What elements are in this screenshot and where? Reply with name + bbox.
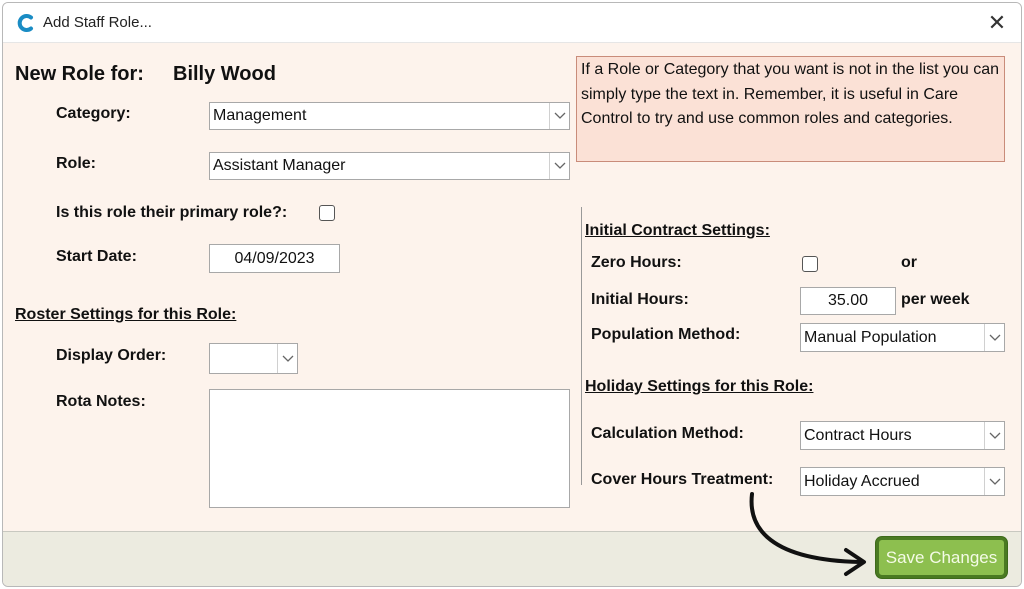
display-order-label: Display Order: [56, 347, 167, 364]
save-changes-button[interactable]: Save Changes [876, 537, 1007, 578]
contract-settings-heading: Initial Contract Settings: [585, 222, 770, 239]
category-dropdown-button[interactable] [549, 103, 569, 129]
per-week-label: per week [901, 291, 970, 308]
or-label: or [901, 254, 917, 271]
initial-hours-field[interactable]: 35.00 [800, 287, 896, 315]
roster-settings-heading: Roster Settings for this Role: [15, 306, 237, 323]
rota-notes-label: Rota Notes: [56, 393, 146, 410]
start-date-field[interactable]: 04/09/2023 [209, 244, 340, 273]
initial-hours-label: Initial Hours: [591, 291, 689, 308]
role-for-prefix: New Role for: [15, 63, 144, 85]
chevron-down-icon [989, 432, 1000, 439]
close-button[interactable]: ✕ [983, 9, 1011, 37]
initial-hours-value: 35.00 [827, 292, 869, 309]
app-logo-icon [17, 14, 33, 32]
display-order-combobox[interactable] [209, 343, 298, 374]
calculation-method-label: Calculation Method: [591, 425, 744, 442]
population-method-dropdown-button[interactable] [984, 324, 1004, 351]
category-label: Category: [56, 105, 131, 122]
population-method-value: Manual Population [804, 328, 937, 346]
category-value: Management [213, 107, 307, 124]
holiday-settings-heading: Holiday Settings for this Role: [585, 378, 814, 395]
population-method-label: Population Method: [591, 326, 741, 343]
role-label: Role: [56, 155, 96, 172]
title-bar: Add Staff Role... ✕ [3, 3, 1021, 43]
calculation-method-combobox[interactable]: Contract Hours [800, 421, 1005, 450]
primary-role-label: Is this role their primary role?: [56, 204, 288, 221]
chevron-down-icon [282, 355, 293, 362]
chevron-down-icon [989, 478, 1000, 485]
rota-notes-textarea[interactable] [209, 389, 570, 508]
primary-role-checkbox[interactable] [319, 205, 335, 221]
zero-hours-checkbox[interactable] [802, 256, 818, 272]
zero-hours-label: Zero Hours: [591, 254, 682, 271]
info-box: If a Role or Category that you want is n… [576, 56, 1005, 162]
role-combobox[interactable]: Assistant Manager [209, 152, 570, 180]
population-method-combobox[interactable]: Manual Population [800, 323, 1005, 352]
role-value: Assistant Manager [213, 157, 346, 174]
role-dropdown-button[interactable] [549, 153, 569, 179]
chevron-down-icon [554, 112, 565, 119]
cover-hours-dropdown-button[interactable] [984, 468, 1004, 495]
close-icon: ✕ [987, 10, 1007, 35]
calculation-method-dropdown-button[interactable] [984, 422, 1004, 449]
cover-hours-label: Cover Hours Treatment: [591, 471, 774, 488]
contract-divider [581, 207, 582, 485]
staff-name: Billy Wood [173, 63, 276, 85]
curved-arrow-icon [749, 492, 866, 576]
chevron-down-icon [554, 162, 565, 169]
start-date-value: 04/09/2023 [234, 249, 315, 267]
chevron-down-icon [989, 334, 1000, 341]
window-title: Add Staff Role... [43, 14, 152, 31]
calculation-method-value: Contract Hours [804, 426, 912, 444]
category-combobox[interactable]: Management [209, 102, 570, 130]
start-date-label: Start Date: [56, 248, 137, 265]
display-order-dropdown-button[interactable] [277, 344, 297, 373]
dialog-body: New Role for: Billy Wood Category: Manag… [3, 43, 1021, 531]
